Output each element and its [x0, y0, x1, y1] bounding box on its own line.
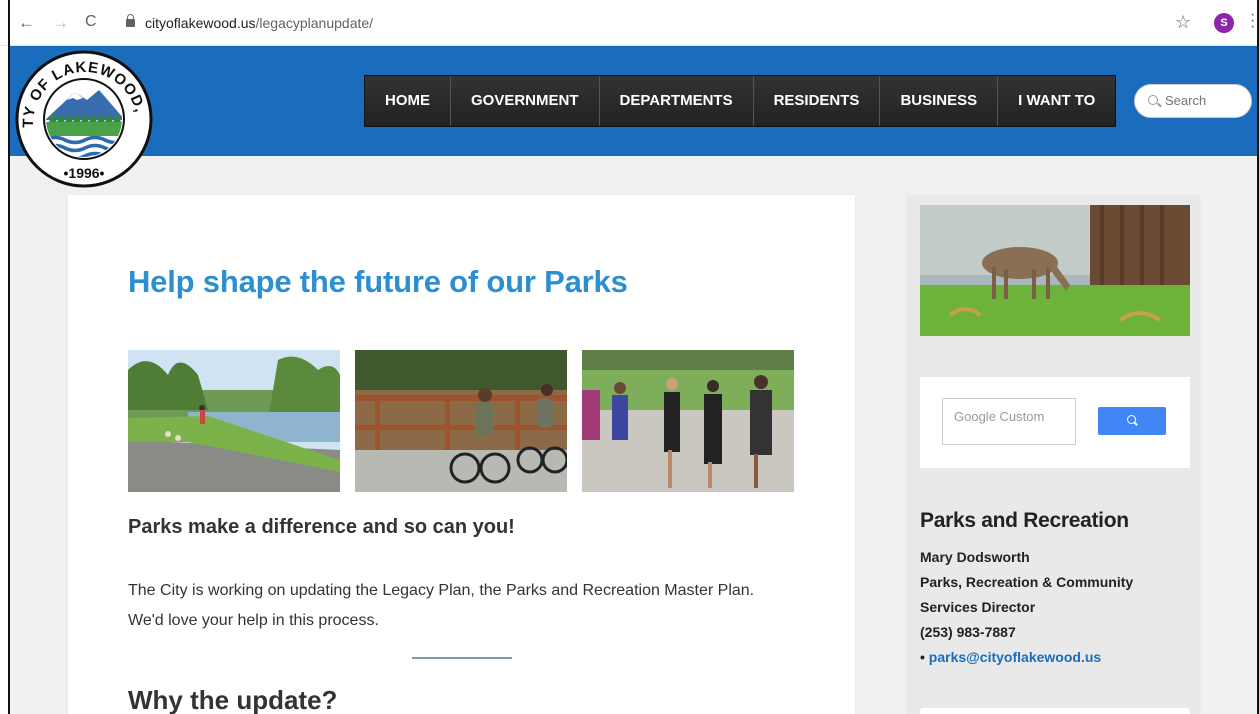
google-search-placeholder: Google Custom — [954, 409, 1045, 424]
sidebar-next-card — [920, 708, 1190, 714]
url-host: cityoflakewood.us — [145, 15, 256, 31]
nav-government[interactable]: GOVERNMENT — [451, 76, 600, 126]
sidebar-section-title: Parks and Recreation — [920, 509, 1129, 532]
photo-bike-riders — [355, 350, 567, 492]
divider — [412, 657, 512, 659]
search-input[interactable] — [1165, 93, 1245, 108]
reload-icon[interactable]: C — [85, 13, 97, 31]
search-icon — [1148, 95, 1158, 105]
google-search-button[interactable] — [1098, 407, 1166, 435]
photo-dance-group — [582, 350, 794, 492]
logo-year: •1996• — [64, 165, 105, 181]
nav-business[interactable]: BUSINESS — [880, 76, 999, 126]
lock-icon[interactable] — [126, 14, 135, 27]
photo-lake-path — [128, 350, 340, 492]
menu-dots-icon[interactable]: · · · — [1250, 7, 1255, 35]
contact-name: Mary Dodsworth — [920, 549, 1030, 565]
city-logo[interactable]: CITY OF LAKEWOOD, WA •1996• — [15, 50, 153, 188]
url-text[interactable]: cityoflakewood.us/legacyplanupdate/ — [145, 15, 373, 31]
nav-residents[interactable]: RESIDENTS — [753, 76, 881, 126]
nav-i-want-to[interactable]: I WANT TO — [998, 76, 1116, 126]
page-title: Help shape the future of our Parks — [128, 264, 628, 299]
nav-home[interactable]: HOME — [365, 76, 451, 126]
url-path: /legacyplanupdate/ — [255, 15, 374, 31]
back-icon[interactable]: ← — [18, 14, 35, 32]
contact-role-line2: Services Director — [920, 599, 1036, 615]
contact-phone: (253) 983-7887 — [920, 624, 1016, 640]
deer-photo — [920, 205, 1190, 336]
google-custom-search: Google Custom — [920, 377, 1190, 468]
nav-departments[interactable]: DEPARTMENTS — [599, 76, 754, 126]
profile-avatar[interactable]: S — [1214, 13, 1234, 33]
contact-block: Mary Dodsworth Parks, Recreation & Commu… — [920, 545, 1133, 670]
site-search[interactable] — [1134, 84, 1252, 118]
contact-role-line1: Parks, Recreation & Community — [920, 574, 1134, 590]
star-icon[interactable]: ☆ — [1175, 12, 1191, 33]
section-subtitle: Parks make a difference and so can you! — [128, 516, 515, 538]
main-navigation: HOME GOVERNMENT DEPARTMENTS RESIDENTS BU… — [364, 75, 1117, 127]
window-frame-left — [8, 0, 10, 714]
contact-email-link[interactable]: parks@cityoflakewood.us — [929, 649, 1101, 665]
intro-paragraph: The City is working on updating the Lega… — [128, 582, 755, 629]
why-update-heading: Why the update? — [128, 685, 338, 714]
google-search-input[interactable]: Google Custom — [942, 398, 1076, 445]
forward-icon[interactable]: → — [52, 14, 69, 32]
email-bullet: • — [920, 649, 925, 665]
browser-toolbar: ← → C cityoflakewood.us/legacyplanupdate… — [0, 0, 1259, 46]
